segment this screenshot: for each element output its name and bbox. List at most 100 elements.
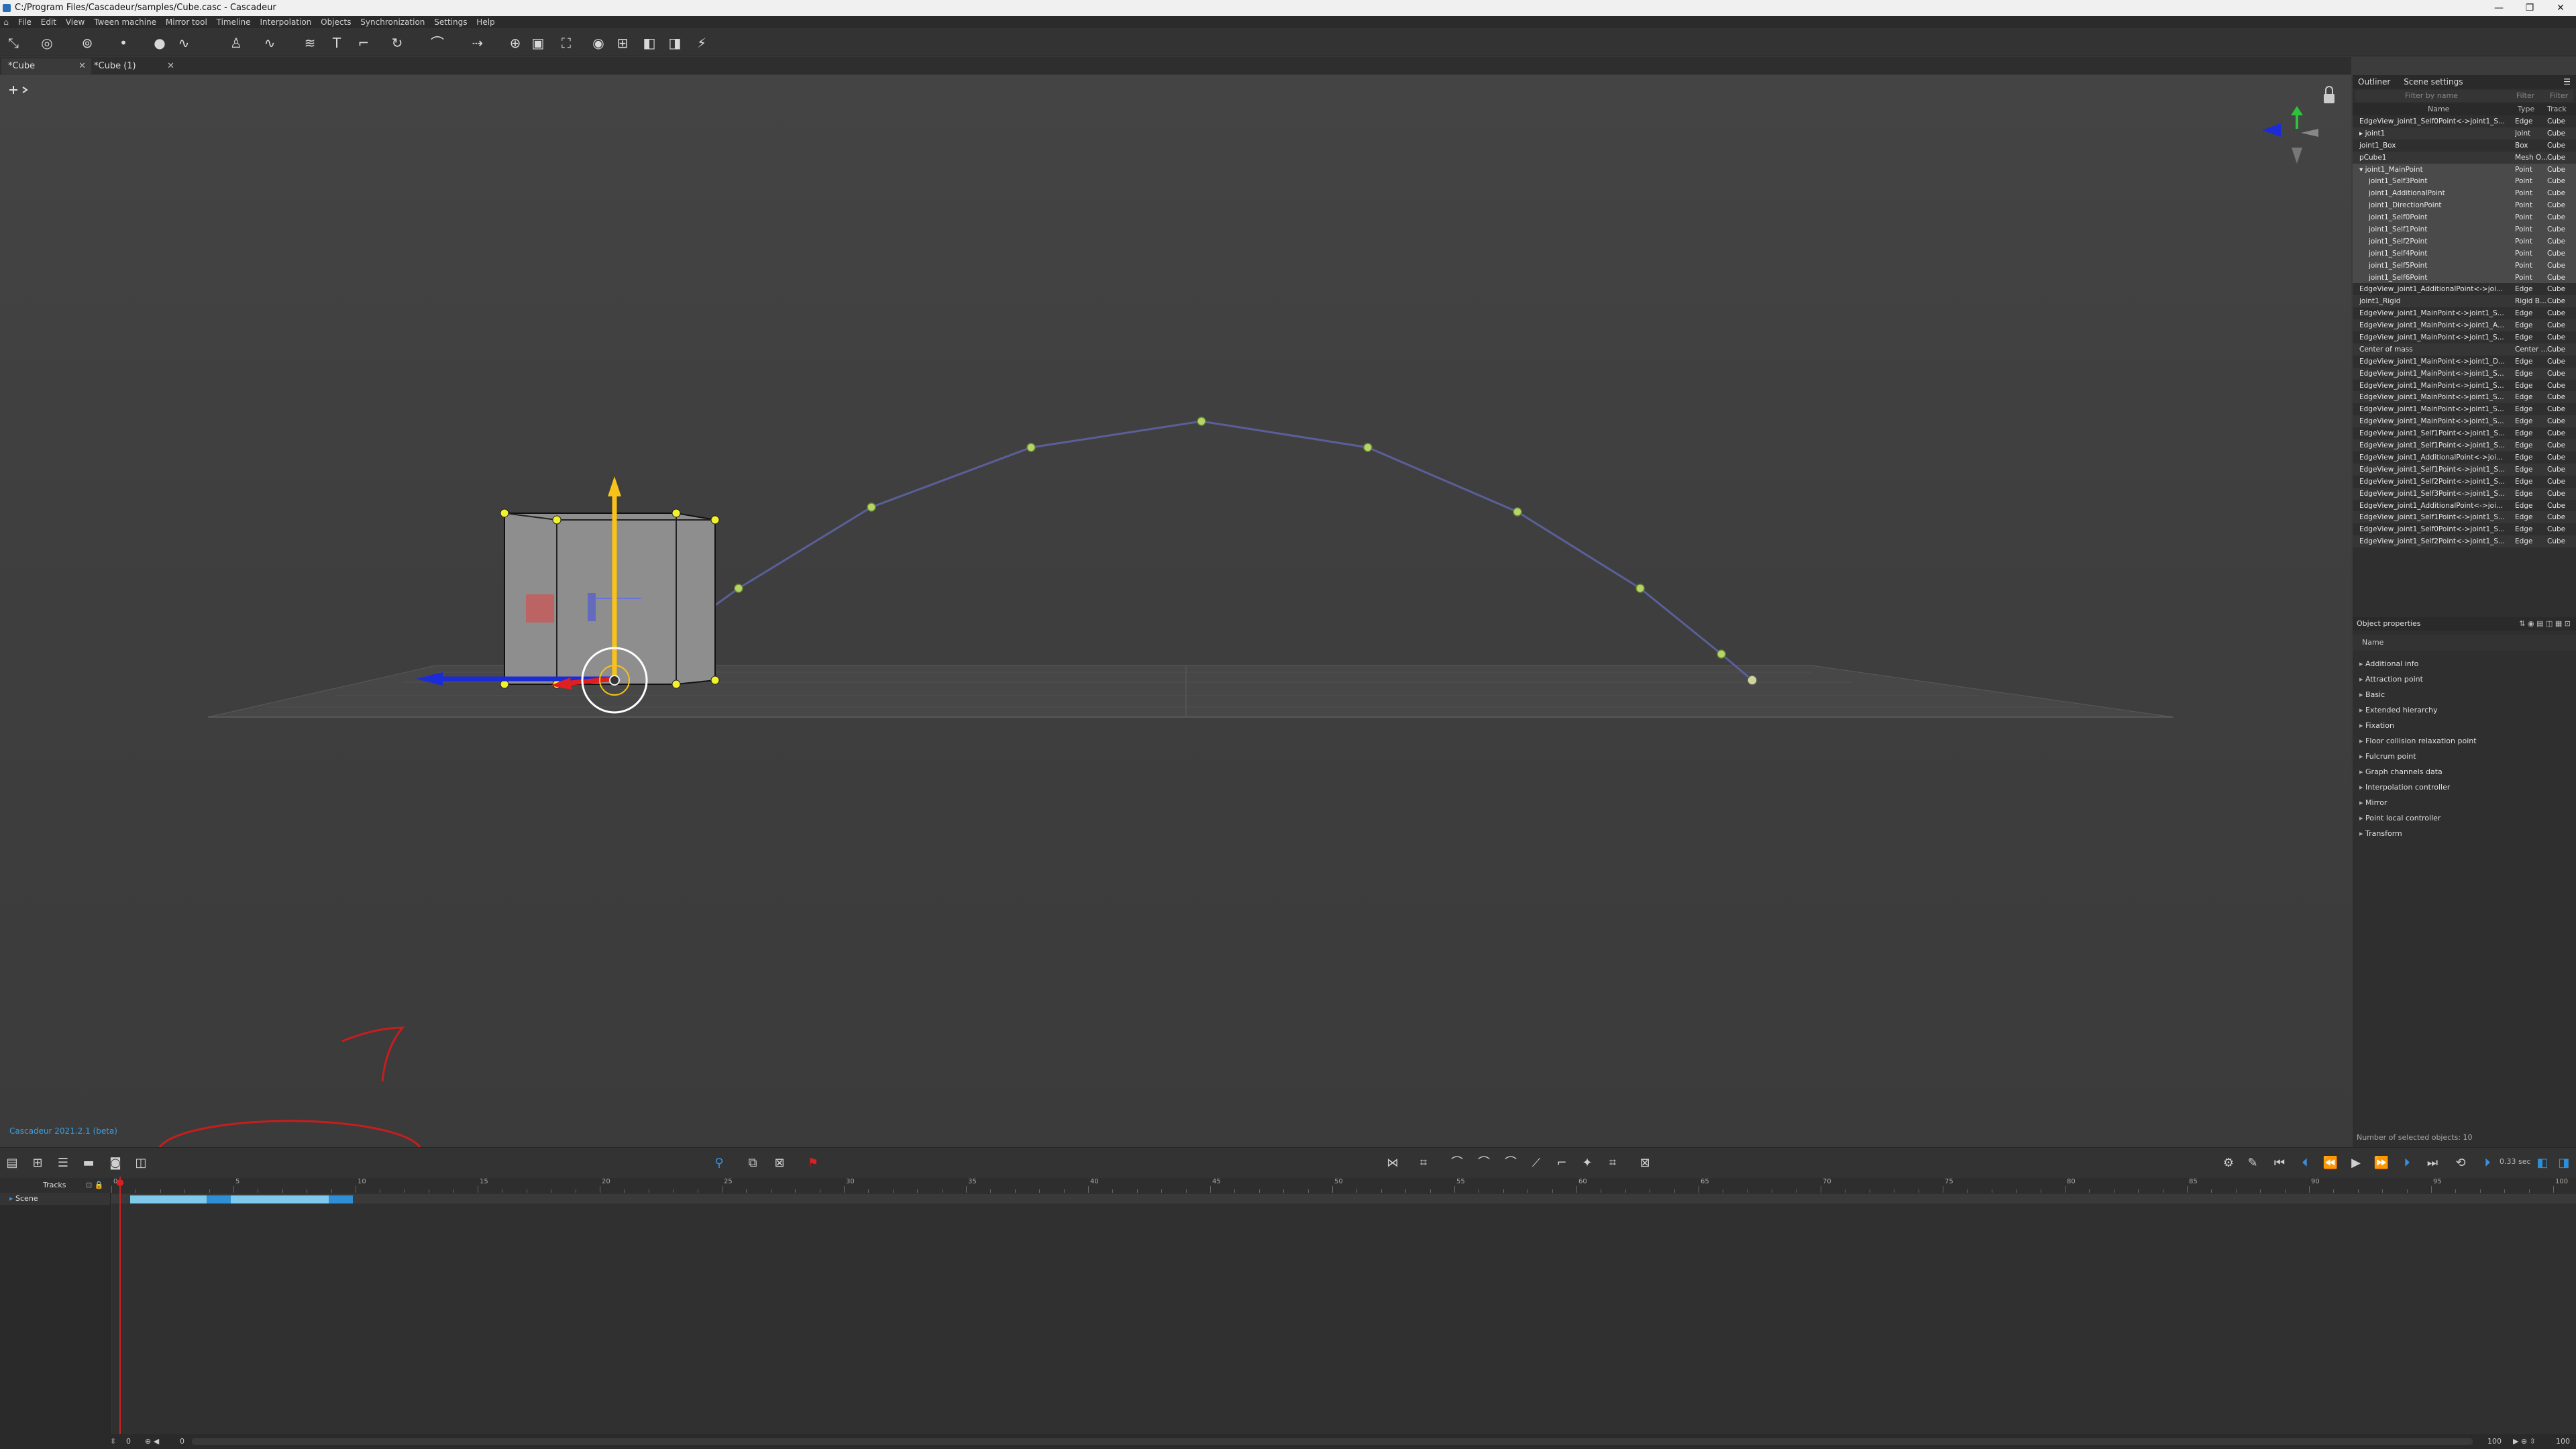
- outliner-row[interactable]: EdgeView_joint1_MainPoint<->joint1_S... E…: [2353, 307, 2576, 319]
- filter-input[interactable]: Filter by name: [2405, 90, 2458, 102]
- outliner-row[interactable]: EdgeView_joint1_Self3Point<->joint1_S...…: [2353, 487, 2576, 500]
- timeline-tracks-area[interactable]: [111, 1177, 2576, 1434]
- outliner-row[interactable]: joint1_Self6Point Point Cube: [2353, 271, 2576, 284]
- expand-icon[interactable]: ▸: [9, 1194, 13, 1203]
- auto-physics-icon[interactable]: ⚙: [2220, 1156, 2237, 1171]
- ik-toggle-icon[interactable]: ⊠: [771, 1156, 788, 1171]
- interp-ease-out-icon[interactable]: ⌒: [1503, 1156, 1519, 1171]
- grid-icon[interactable]: ⊞: [614, 35, 631, 51]
- prev-key-icon[interactable]: ⏴: [2297, 1156, 2313, 1171]
- cube-object[interactable]: [504, 513, 716, 685]
- outliner-row[interactable]: EdgeView_joint1_Self1Point<->joint1_S...…: [2353, 427, 2576, 439]
- timeline-camera-icon[interactable]: ◙: [107, 1156, 123, 1171]
- play-icon[interactable]: ▶: [2348, 1156, 2364, 1171]
- range-controls-icon[interactable]: ⊕ ◀: [145, 1434, 159, 1449]
- timeline-list-icon[interactable]: ☰: [55, 1156, 71, 1171]
- outliner-row[interactable]: joint1_Self4Point Point Cube: [2353, 247, 2576, 260]
- column-name[interactable]: Name: [2428, 103, 2449, 115]
- range-end-value[interactable]: 100: [2556, 1434, 2570, 1449]
- property-category[interactable]: Additional info: [2353, 656, 2576, 672]
- interp-clamped-icon[interactable]: ⋈: [1385, 1156, 1401, 1171]
- outliner-row[interactable]: EdgeView_joint1_MainPoint<->joint1_D... E…: [2353, 356, 2576, 368]
- globe-icon[interactable]: ⊕: [507, 35, 523, 51]
- properties-toolbar-icons[interactable]: ⇅ ◉ ▤ ◫ ▦ ⊡: [2519, 617, 2571, 631]
- timeline-scrollbar[interactable]: [192, 1438, 2473, 1445]
- select-tool-icon[interactable]: ⤡: [5, 35, 21, 51]
- view-mode-alt-icon[interactable]: ◨: [2556, 1156, 2572, 1171]
- property-category[interactable]: Floor collision relaxation point: [2353, 733, 2576, 749]
- interp-ik-icon[interactable]: ⊠: [1637, 1156, 1653, 1171]
- loop-icon[interactable]: ⟲: [2453, 1156, 2469, 1171]
- outliner-row[interactable]: EdgeView_joint1_MainPoint<->joint1_S... E…: [2353, 367, 2576, 380]
- viewport-menu-icon[interactable]: [9, 86, 28, 94]
- property-category[interactable]: Attraction point: [2353, 672, 2576, 687]
- arc-tool-icon[interactable]: ⌒: [429, 35, 445, 51]
- outliner-row[interactable]: EdgeView_joint1_Self1Point<->joint1_S...…: [2353, 439, 2576, 451]
- outliner-row[interactable]: pCube1 Mesh O... Cube: [2353, 151, 2576, 164]
- property-category[interactable]: Transform: [2353, 826, 2576, 841]
- menu-mirror-tool[interactable]: Mirror tool: [162, 16, 211, 28]
- interp-fixed-icon[interactable]: ⌐: [1554, 1156, 1570, 1171]
- chain-tool-icon[interactable]: ∿: [176, 35, 192, 51]
- outliner-row[interactable]: joint1_Self5Point Point Cube: [2353, 259, 2576, 272]
- outliner-row[interactable]: EdgeView_joint1_MainPoint<->joint1_S... E…: [2353, 415, 2576, 428]
- tab-cube-1[interactable]: *Cube (1) ✕: [87, 58, 180, 74]
- home-icon[interactable]: ⌂: [0, 16, 12, 28]
- interp-bezier-icon[interactable]: ⌒: [1449, 1156, 1465, 1171]
- keyframe-range[interactable]: [231, 1195, 329, 1203]
- rotate-tool-icon[interactable]: ↻: [389, 35, 405, 51]
- range-end-field[interactable]: 100: [2487, 1434, 2502, 1449]
- outliner-row[interactable]: EdgeView_joint1_Self0Point<->joint1_S...…: [2353, 523, 2576, 535]
- key-icon[interactable]: ⚲: [711, 1156, 727, 1171]
- next-key-icon[interactable]: ⏵: [2399, 1156, 2415, 1171]
- outliner-row[interactable]: EdgeView_joint1_MainPoint<->joint1_A... E…: [2353, 319, 2576, 332]
- menu-synchronization[interactable]: Synchronization: [357, 16, 428, 28]
- dot-tool-icon[interactable]: ●: [152, 35, 168, 51]
- outliner-row[interactable]: EdgeView_joint1_Self2Point<->joint1_S...…: [2353, 476, 2576, 488]
- range-start-arrow-icon[interactable]: ⇳: [110, 1434, 116, 1449]
- outliner-row[interactable]: joint1_Self3Point Point Cube: [2353, 175, 2576, 188]
- ik-tool-icon[interactable]: ⊚: [79, 35, 95, 51]
- viewport-scene[interactable]: [0, 75, 2351, 1147]
- menu-view[interactable]: View: [62, 16, 88, 28]
- menu-tween-machine[interactable]: Tween machine: [91, 16, 160, 28]
- lock-icon[interactable]: [2324, 86, 2334, 103]
- outliner-row[interactable]: joint1_Self2Point Point Cube: [2353, 235, 2576, 248]
- tab-outliner[interactable]: Outliner: [2353, 75, 2396, 89]
- menu-objects[interactable]: Objects: [317, 16, 354, 28]
- timeline-add-icon[interactable]: ⊞: [30, 1156, 46, 1171]
- tracks-lock-icon[interactable]: ⊡ 🔒: [86, 1181, 103, 1189]
- bracket-tool-icon[interactable]: ⌐: [356, 35, 372, 51]
- playhead-line[interactable]: [119, 1177, 121, 1434]
- outliner-row[interactable]: Center of mass Center ... Cube: [2353, 343, 2576, 356]
- filter-track-label[interactable]: Filter: [2550, 90, 2568, 102]
- prev-frame-icon[interactable]: ⏪: [2322, 1156, 2339, 1171]
- outliner-row[interactable]: joint1_Rigid Rigid B... Cube: [2353, 295, 2576, 308]
- menu-help[interactable]: Help: [473, 16, 498, 28]
- menu-interpolation[interactable]: Interpolation: [256, 16, 315, 28]
- interp-pin-icon[interactable]: ✦: [1579, 1156, 1595, 1171]
- frame-icon[interactable]: ⛶: [558, 35, 574, 51]
- outliner-row[interactable]: joint1_DirectionPoint Point Cube: [2353, 199, 2576, 212]
- property-category[interactable]: Basic: [2353, 687, 2576, 702]
- character-icon[interactable]: ♙: [228, 35, 244, 51]
- target-tool-icon[interactable]: ◎: [39, 35, 55, 51]
- outliner-row[interactable]: EdgeView_joint1_AdditionalPoint<->joi...…: [2353, 283, 2576, 295]
- interval-icon[interactable]: ⧉: [745, 1156, 761, 1171]
- point-tool-icon[interactable]: •: [115, 35, 131, 51]
- minimize-button[interactable]: —: [2483, 0, 2514, 16]
- camera-icon[interactable]: ▣: [530, 35, 546, 51]
- property-category[interactable]: Interpolation controller: [2353, 780, 2576, 795]
- keyframe-range[interactable]: [130, 1195, 207, 1203]
- outliner-row[interactable]: joint1_Self0Point Point Cube: [2353, 211, 2576, 224]
- range-end-controls-icon[interactable]: ▶ ⊕ ⇳: [2513, 1434, 2536, 1449]
- outliner-row[interactable]: EdgeView_joint1_Self0Point<->joint1_S...…: [2353, 115, 2576, 127]
- interp-ease-in-icon[interactable]: ⌒: [1476, 1156, 1492, 1171]
- range-start-field[interactable]: 0: [126, 1434, 131, 1449]
- outliner-row[interactable]: joint1_AdditionalPoint Point Cube: [2353, 187, 2576, 200]
- curve-icon[interactable]: ∿: [262, 35, 278, 51]
- property-category[interactable]: Extended hierarchy: [2353, 702, 2576, 718]
- outliner-row[interactable]: ▾ joint1_MainPoint Point Cube: [2353, 163, 2576, 176]
- tab-cube[interactable]: *Cube ✕: [1, 58, 91, 74]
- property-category[interactable]: Fulcrum point: [2353, 749, 2576, 764]
